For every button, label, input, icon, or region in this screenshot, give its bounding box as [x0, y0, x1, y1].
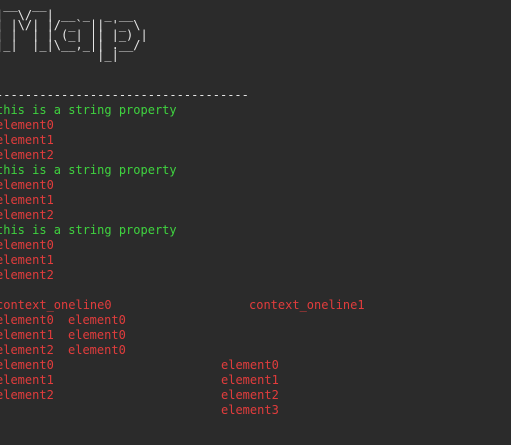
grid-cell: element0	[68, 343, 126, 357]
grid-cell: element0	[0, 313, 54, 327]
right-list-item: element3	[221, 403, 279, 417]
context-oneline-0: context_oneline0	[0, 298, 112, 312]
string-property-line: this is a string property	[0, 223, 177, 237]
left-list-item: element1	[0, 373, 54, 387]
element-line: element1	[0, 193, 54, 207]
right-list-item: element1	[221, 373, 279, 387]
separator-rule: -----------------------------------	[0, 88, 249, 102]
right-list-item: element0	[221, 358, 279, 372]
string-property-line: this is a string property	[0, 103, 177, 117]
element-line: element0	[0, 178, 54, 192]
grid-cell: element0	[68, 313, 126, 327]
left-list-item: element2	[0, 388, 54, 402]
string-property-line: this is a string property	[0, 163, 177, 177]
element-line: element2	[0, 208, 54, 222]
context-oneline-1: context_oneline1	[249, 298, 365, 312]
left-list-item: element0	[0, 358, 54, 372]
element-line: element2	[0, 268, 54, 282]
grid-cell: element1	[0, 328, 54, 342]
grid-cell: element2	[0, 343, 54, 357]
right-list-item: element2	[221, 388, 279, 402]
element-line: element1	[0, 253, 54, 267]
element-line: element0	[0, 118, 54, 132]
element-line: element0	[0, 238, 54, 252]
grid-cell: element0	[68, 328, 126, 342]
element-line: element2	[0, 148, 54, 162]
element-line: element1	[0, 133, 54, 147]
ascii-banner-map: __ __ | \/ | __ _ _ __ | |\/| |/ _` || '…	[0, 0, 148, 62]
terminal-window[interactable]: __ __ | \/ | __ _ _ __ | |\/| |/ _` || '…	[0, 0, 511, 445]
